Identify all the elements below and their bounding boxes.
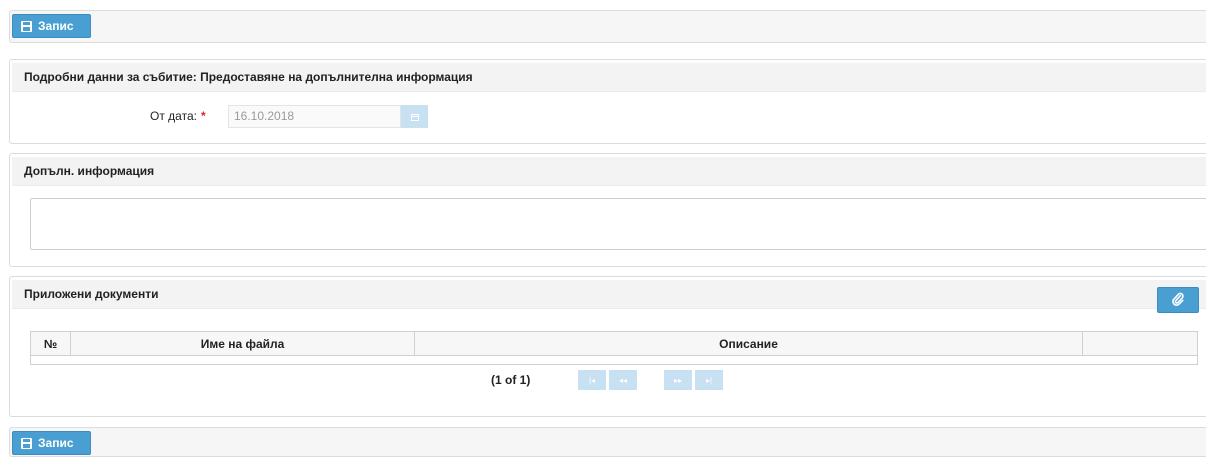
calendar-button[interactable] bbox=[401, 105, 428, 128]
calendar-icon bbox=[410, 110, 419, 124]
attached-documents-panel: Приложени документи № Име на файла Описа… bbox=[9, 276, 1206, 417]
prev-page-button[interactable]: ◂◂ bbox=[609, 370, 637, 390]
column-header-description[interactable]: Описание bbox=[415, 332, 1083, 355]
required-marker: * bbox=[200, 109, 206, 123]
top-toolbar: Запис bbox=[9, 10, 1206, 43]
first-page-button[interactable]: |◂ bbox=[578, 370, 606, 390]
paginator: (1 of 1) |◂ ◂◂ ▸▸ ▸| bbox=[10, 369, 1206, 391]
last-page-button[interactable]: ▸| bbox=[695, 370, 723, 390]
documents-table: № Име на файла Описание bbox=[30, 331, 1198, 365]
floppy-icon bbox=[21, 437, 32, 449]
bottom-toolbar: Запис bbox=[9, 427, 1206, 457]
from-date-label: От дата: * bbox=[150, 109, 206, 123]
from-date-row: От дата: * 16.10.2018 bbox=[10, 104, 1206, 128]
floppy-icon bbox=[21, 20, 32, 32]
column-header-actions bbox=[1083, 332, 1197, 355]
save-button[interactable]: Запис bbox=[12, 14, 91, 38]
paperclip-icon bbox=[1172, 292, 1184, 309]
event-details-panel: Подробни данни за събитие: Предоставяне … bbox=[9, 59, 1206, 144]
save-button-bottom[interactable]: Запис bbox=[12, 431, 91, 455]
event-details-title: Подробни данни за събитие: Предоставяне … bbox=[12, 63, 1206, 92]
from-date-input[interactable]: 16.10.2018 bbox=[228, 105, 401, 128]
attached-documents-label: Приложени документи bbox=[24, 287, 159, 301]
column-header-number[interactable]: № bbox=[31, 332, 71, 355]
page-indicator: (1 of 1) bbox=[491, 373, 531, 387]
next-page-button[interactable]: ▸▸ bbox=[664, 370, 692, 390]
additional-info-panel: Допълн. информация bbox=[9, 153, 1206, 267]
additional-info-textarea[interactable] bbox=[30, 198, 1206, 250]
additional-info-title: Допълн. информация bbox=[12, 157, 1206, 186]
table-header: № Име на файла Описание bbox=[31, 332, 1197, 356]
attached-documents-title: Приложени документи bbox=[12, 280, 1206, 309]
save-button-label: Запис bbox=[38, 436, 74, 450]
save-button-label: Запис bbox=[38, 19, 74, 33]
column-header-filename[interactable]: Име на файла bbox=[71, 332, 415, 355]
attach-file-button[interactable] bbox=[1157, 287, 1199, 313]
